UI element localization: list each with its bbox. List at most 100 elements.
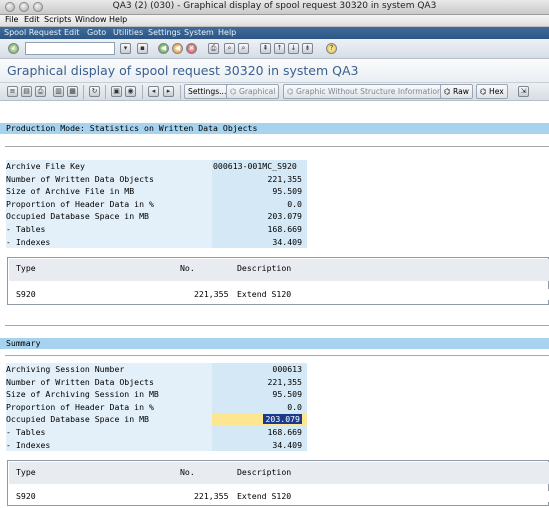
menu-file[interactable]: File — [5, 15, 18, 24]
raw-button[interactable]: ⌬ Raw — [440, 84, 474, 99]
kv-value-selected[interactable]: 203.079 — [212, 413, 307, 426]
kv-value: 168.669 — [212, 223, 307, 236]
export-icon[interactable]: ⇲ — [518, 86, 529, 97]
refresh-icon[interactable]: ↻ — [89, 86, 100, 97]
kv-label: Occupied Database Space in MB — [6, 413, 212, 426]
find-next-icon[interactable]: ⌕ — [238, 43, 249, 54]
section-header-production: Production Mode: Statistics on Written D… — [0, 123, 549, 134]
kv-label: - Indexes — [6, 235, 212, 249]
copy-icon[interactable]: ▦ — [67, 86, 78, 97]
previous-page-icon[interactable]: ↑ — [274, 43, 285, 54]
print-spool-icon[interactable]: ⎙ — [35, 86, 46, 97]
menu-sap-help[interactable]: Help — [218, 28, 236, 37]
back-icon[interactable]: ◀ — [158, 43, 169, 54]
graphic-without-structure-button[interactable]: ⌬ Graphic Without Structure Information — [283, 84, 446, 99]
column-header-description: Description — [237, 263, 292, 273]
kv-row: Occupied Database Space in MB 203.079 — [0, 210, 549, 223]
window-title: QA3 (2) (030) - Graphical display of spo… — [112, 1, 437, 11]
divider — [5, 146, 549, 147]
output-icon[interactable]: ▣ — [111, 86, 122, 97]
kv-value: 203.079 — [212, 210, 307, 223]
kv-label: - Tables — [6, 223, 212, 236]
selected-value[interactable]: 203.079 — [263, 414, 302, 425]
kv-label: Size of Archiving Session in MB — [6, 388, 212, 401]
graphical-button[interactable]: ⌬ Graphical — [226, 84, 280, 99]
page-title-bar: Graphical display of spool request 30320… — [0, 59, 549, 83]
cell-description: Extend S120 — [237, 491, 292, 501]
last-page-icon[interactable]: ⇟ — [302, 43, 313, 54]
kv-row: - Indexes 34.409 — [0, 438, 549, 452]
command-field[interactable] — [25, 42, 115, 55]
kv-value: 221,355 — [212, 172, 307, 186]
find-icon[interactable]: ⌕ — [224, 43, 235, 54]
column-header-description: Description — [237, 467, 292, 477]
column-header-no: No. — [180, 263, 195, 273]
graphical-label: Graphical — [239, 87, 276, 96]
kv-value: 0.0 — [212, 400, 307, 414]
menu-sap-edit[interactable]: Edit — [64, 28, 80, 37]
hex-label: Hex — [489, 87, 504, 96]
print-icon[interactable]: ⎙ — [208, 43, 219, 54]
kv-label: Occupied Database Space in MB — [6, 210, 212, 223]
cell-description: Extend S120 — [237, 289, 292, 299]
kv-value: 34.409 — [212, 438, 307, 452]
menu-help[interactable]: Help — [109, 15, 127, 24]
display-list-icon[interactable]: ≡ — [7, 86, 18, 97]
hex-button[interactable]: ⌬ Hex — [476, 84, 508, 99]
menu-system[interactable]: System — [184, 28, 214, 37]
system-toolbar: ✓ ▾ ▪ ◀ ◀ ✕ ⎙ ⌕ ⌕ ⇞ ↑ ↓ ⇟ ? — [0, 39, 549, 59]
kv-label: - Tables — [6, 426, 212, 439]
kv-label: - Indexes — [6, 438, 212, 452]
kv-label: Number of Written Data Objects — [6, 375, 212, 389]
next-page-icon[interactable]: ↓ — [288, 43, 299, 54]
graphic-without-structure-label: Graphic Without Structure Information — [296, 87, 442, 96]
menu-goto[interactable]: Goto — [87, 28, 106, 37]
menu-window[interactable]: Window — [75, 15, 107, 24]
kv-value: 95.509 — [212, 388, 307, 401]
table-row: S920 221,355 Extend S120 — [9, 289, 549, 300]
kv-row: Archive File Key 000613-001MC_S920 — [0, 160, 549, 173]
sap-menubar: Spool Request Edit Goto Utilities Settin… — [0, 27, 549, 39]
divider — [5, 355, 549, 356]
menu-scripts[interactable]: Scripts — [44, 15, 71, 24]
document-icon[interactable]: ▤ — [21, 86, 32, 97]
kv-row: Proportion of Header Data in % 0.0 — [0, 197, 549, 211]
next-icon[interactable]: ▸ — [163, 86, 174, 97]
user-icon[interactable]: ◉ — [125, 86, 136, 97]
kv-value: 95.509 — [212, 185, 307, 198]
cancel-icon[interactable]: ✕ — [186, 43, 197, 54]
app-menubar: File Edit Scripts Window Help — [0, 15, 549, 27]
cell-type: S920 — [16, 491, 36, 501]
kv-value: 000613 — [212, 363, 307, 376]
column-header-type: Type — [16, 263, 36, 273]
command-dropdown-icon[interactable]: ▾ — [120, 43, 131, 54]
kv-row: Occupied Database Space in MB 203.079 — [0, 413, 549, 426]
raw-icon: ⌬ — [444, 87, 454, 96]
delete-icon[interactable]: ▥ — [53, 86, 64, 97]
kv-value: 34.409 — [212, 235, 307, 249]
kv-value: 0.0 — [212, 197, 307, 211]
exit-icon[interactable]: ◀ — [172, 43, 183, 54]
enter-checkmark-icon[interactable]: ✓ — [8, 43, 19, 54]
table-header: Type No. Description — [9, 462, 549, 484]
kv-value: 000613-001MC_S920 — [212, 160, 307, 173]
first-page-icon[interactable]: ⇞ — [260, 43, 271, 54]
kv-row: - Tables 168.669 — [0, 223, 549, 236]
kv-label: Number of Written Data Objects — [6, 172, 212, 186]
previous-icon[interactable]: ◂ — [148, 86, 159, 97]
cell-no: 221,355 — [194, 491, 229, 501]
kv-value: 168.669 — [212, 426, 307, 439]
save-icon[interactable]: ▪ — [137, 43, 148, 54]
menu-spool-request[interactable]: Spool Request — [4, 28, 61, 37]
help-icon[interactable]: ? — [326, 43, 337, 54]
menu-settings[interactable]: Settings — [148, 28, 181, 37]
settings-button[interactable]: Settings... — [184, 84, 231, 99]
raw-label: Raw — [453, 87, 470, 96]
divider — [5, 325, 549, 326]
kv-label: Size of Archive File in MB — [6, 185, 212, 198]
kv-label: Proportion of Header Data in % — [6, 400, 212, 414]
graphic-structure-icon: ⌬ — [287, 87, 297, 96]
menu-utilities[interactable]: Utilities — [113, 28, 143, 37]
kv-row: - Tables 168.669 — [0, 426, 549, 439]
menu-edit[interactable]: Edit — [24, 15, 40, 24]
